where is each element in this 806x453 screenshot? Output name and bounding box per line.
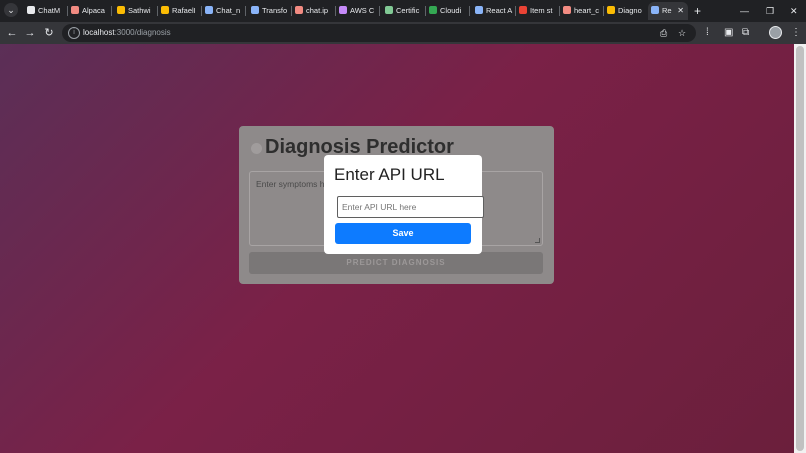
browser-tab[interactable]: chat.ip [292,2,337,20]
browser-tab[interactable]: Chat_n [202,2,247,20]
tab-strip: ⌄ ChatM Alpaca Sathwi RafaelI Chat_n Transfo c… [0,0,806,22]
tab-favicon-icon [519,6,527,15]
tab-label: React A [486,6,513,15]
tab-label: Transfo [262,6,288,15]
tab-favicon-icon [651,6,659,15]
browser-tab[interactable]: Certific [382,2,427,20]
tab-favicon-icon [339,6,347,15]
browser-tab[interactable]: RafaelI [158,2,203,20]
tab-label: Diagno [618,6,642,15]
tab-separator [111,6,112,16]
profile-avatar[interactable] [769,26,782,39]
tab-search-icon[interactable]: ⌄ [4,3,18,17]
tab-label: RafaelI [172,6,196,15]
bookmark-star-icon[interactable]: ☆ [678,27,686,39]
tab-favicon-icon [563,6,571,15]
tab-favicon-icon [205,6,213,15]
tab-label: Re [662,6,672,15]
tab-close-icon[interactable]: ✕ [677,2,684,20]
logo-icon [251,143,262,154]
tab-favicon-icon [251,6,259,15]
install-app-icon[interactable]: ⎙ [660,27,667,39]
save-button[interactable]: Save [335,223,471,244]
tab-label: heart_c [574,6,600,15]
tab-label: Item st [530,6,553,15]
browser-toolbar: ← → ↻ i localhost:3000/diagnosis ⎙ ☆ ⁞ ▣… [0,22,806,44]
tab-separator [379,6,380,16]
resize-handle-icon[interactable] [535,238,540,243]
tab-favicon-icon [429,6,437,15]
site-info-icon[interactable]: i [68,27,80,39]
tab-favicon-icon [117,6,125,15]
reload-icon[interactable]: ↻ [41,25,57,41]
tab-separator [469,6,470,16]
tab-separator [245,6,246,16]
tab-label: Certific [396,6,420,15]
media-icon[interactable]: ▣ [724,25,733,41]
tab-label: ChatM [38,6,61,15]
tab-label: Alpaca [82,6,105,15]
tab-favicon-icon [27,6,35,15]
url-path: :3000/diagnosis [114,28,171,37]
menu-icon[interactable]: ⋮ [791,25,801,41]
tab-label: Chat_n [216,6,241,15]
address-bar[interactable]: i localhost:3000/diagnosis ⎙ ☆ [62,24,696,42]
browser-tab[interactable]: Alpaca [68,2,113,20]
tab-label: chat.ip [306,6,329,15]
minimize-icon[interactable]: — [740,2,749,20]
browser-tab[interactable]: Transfo [248,2,293,20]
scrollbar[interactable] [794,44,806,453]
api-url-modal: Enter API URL Save [324,155,484,254]
url-text: localhost:3000/diagnosis [83,24,171,42]
tab-favicon-icon [71,6,79,15]
api-url-input[interactable] [337,196,484,218]
new-tab-button[interactable]: + [694,2,701,20]
extension-icon[interactable]: ⁞ [706,25,709,41]
extensions-puzzle-icon[interactable]: ⧉ [742,25,749,41]
modal-title: Enter API URL [334,165,445,184]
restore-icon[interactable]: ❐ [766,2,774,20]
scrollbar-thumb[interactable] [796,46,804,451]
tab-favicon-icon [475,6,483,15]
tab-label: AWS C [350,6,375,15]
window-close-icon[interactable]: ✕ [790,2,798,20]
url-host: localhost [83,28,115,37]
tab-favicon-icon [385,6,393,15]
tab-label: Cloudi [440,6,462,15]
browser-tab[interactable]: Re ✕ [648,2,688,20]
tab-favicon-icon [607,6,615,15]
forward-icon[interactable]: → [22,25,38,41]
browser-tab[interactable]: Item st [516,2,561,20]
browser-tab[interactable]: Sathwi [114,2,159,20]
tab-label: Sathwi [128,6,151,15]
browser-tab[interactable]: Cloudi [426,2,471,20]
browser-tab[interactable]: ChatM [24,2,69,20]
tab-favicon-icon [161,6,169,15]
symptoms-placeholder: Enter symptoms h [256,179,325,189]
browser-tab[interactable]: React A [472,2,517,20]
predict-diagnosis-button[interactable]: PREDICT DIAGNOSIS [249,252,543,274]
browser-tab[interactable]: Diagno [604,2,649,20]
browser-tab[interactable]: AWS C [336,2,381,20]
back-icon[interactable]: ← [4,25,20,41]
tab-favicon-icon [295,6,303,15]
browser-tab[interactable]: heart_c [560,2,605,20]
